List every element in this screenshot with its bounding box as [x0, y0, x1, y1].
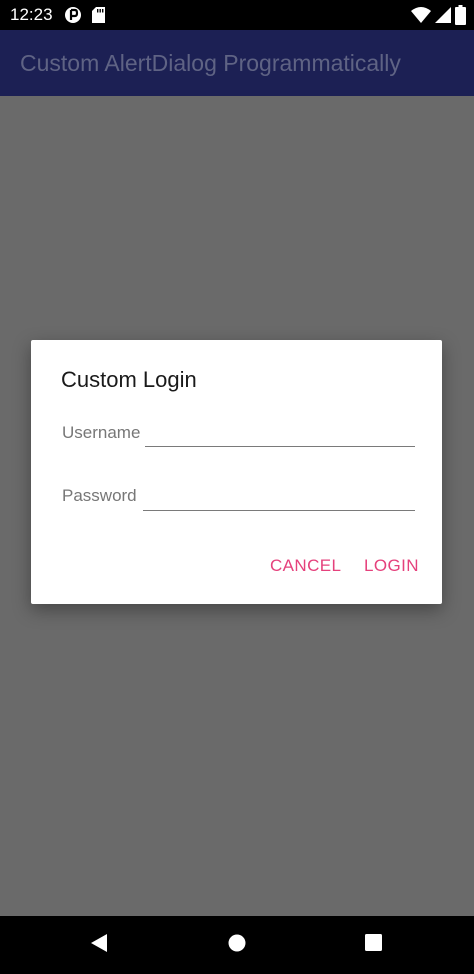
navigation-bar: [0, 916, 474, 974]
password-input[interactable]: [143, 482, 415, 511]
back-icon: [90, 933, 108, 958]
username-label: Username: [62, 423, 141, 442]
home-button[interactable]: [209, 916, 265, 974]
app-title: Custom AlertDialog Programmatically: [20, 50, 401, 76]
back-button[interactable]: [71, 916, 127, 974]
cell-signal-icon: [435, 6, 451, 29]
dialog-title: Custom Login: [61, 367, 197, 392]
screen: 12:23 Custom AlertDialog Programmaticall…: [0, 0, 474, 974]
password-label: Password: [62, 486, 137, 505]
battery-icon: [455, 5, 466, 30]
app-bar: Custom AlertDialog Programmatically: [0, 30, 474, 96]
cancel-button[interactable]: CANCEL: [270, 556, 341, 576]
recents-icon: [364, 934, 382, 956]
notification-app-icon: [64, 6, 82, 29]
username-input[interactable]: [145, 418, 415, 447]
login-button[interactable]: LOGIN: [364, 556, 419, 576]
sd-card-icon: [92, 7, 105, 28]
status-bar: 12:23: [0, 0, 474, 30]
home-icon: [228, 934, 246, 957]
wifi-icon: [411, 6, 431, 29]
status-time: 12:23: [10, 5, 53, 24]
login-dialog: Custom Login Username Password CANCEL LO…: [31, 340, 442, 604]
recents-button[interactable]: [345, 916, 401, 974]
